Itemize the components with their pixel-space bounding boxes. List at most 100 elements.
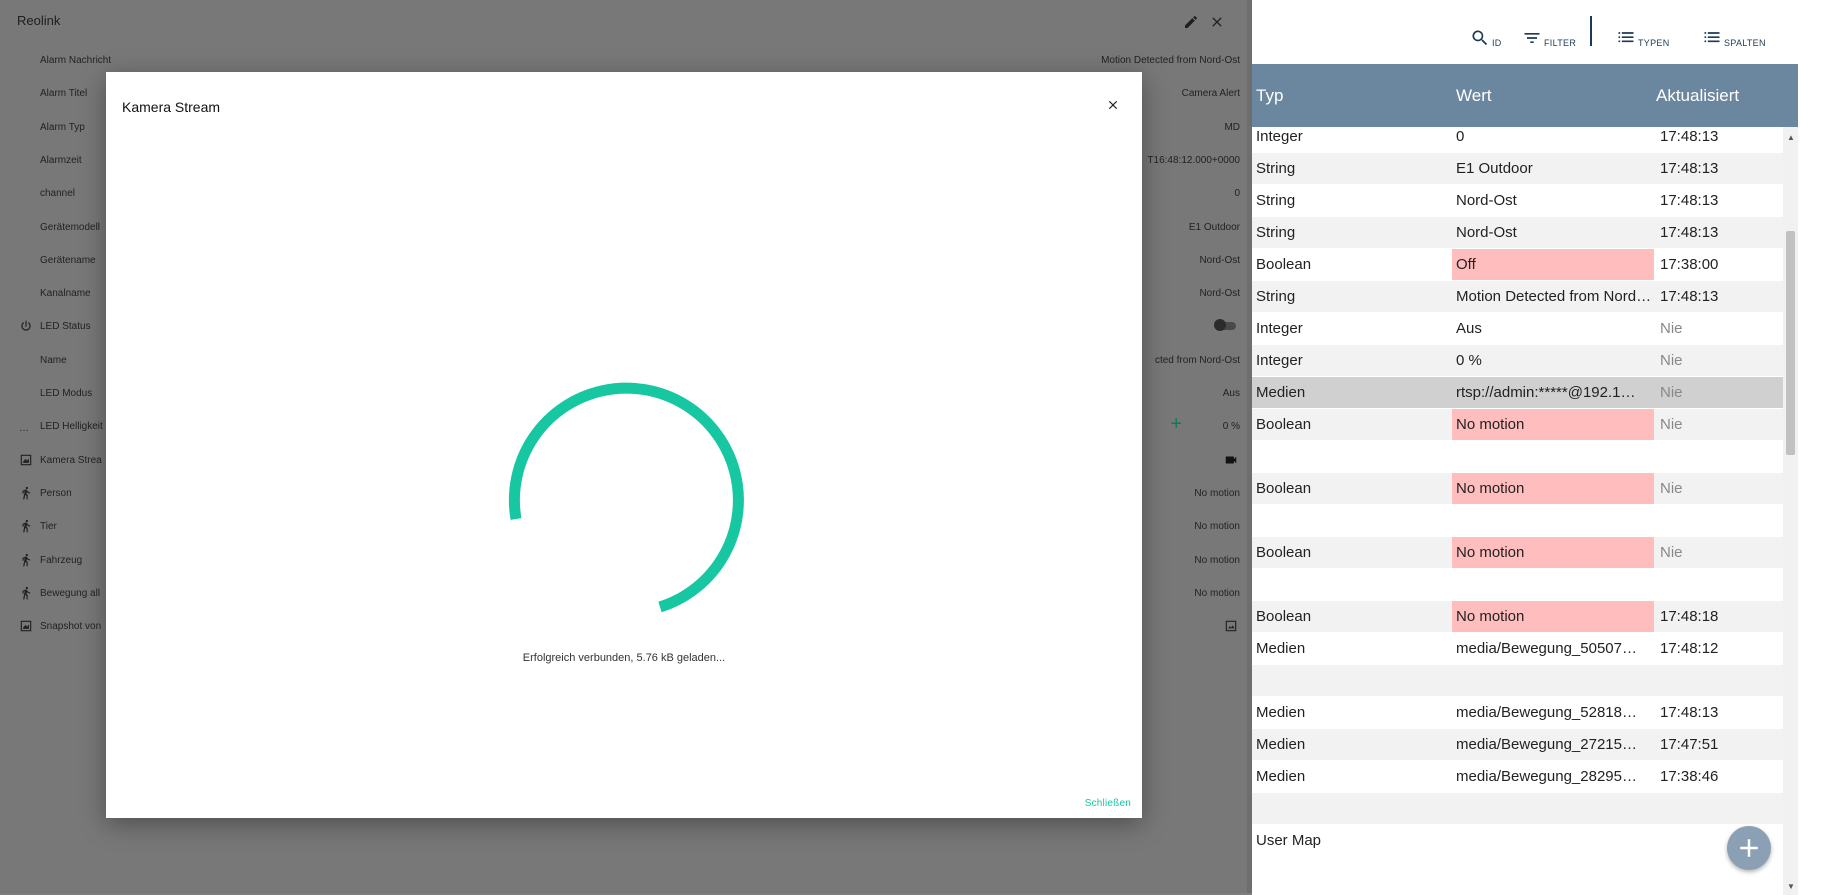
cell-wert: No motion: [1452, 473, 1654, 504]
table-row[interactable]: String Motion Detected from Nord-Ost 17:48…: [1252, 281, 1783, 312]
cell-typ: [1256, 569, 1446, 600]
table-row[interactable]: [1252, 441, 1783, 472]
cell-wert: Nord-Ost: [1456, 224, 1517, 241]
chart-icon: [20, 454, 32, 465]
state-value: cted from Nord-Ost: [1154, 354, 1240, 366]
table-row[interactable]: Medien media/Bewegung_50507… 17:48:12: [1252, 633, 1783, 664]
cell-typ: String: [1256, 288, 1296, 305]
state-row-icon: [19, 619, 33, 633]
cell-typ: Medien: [1256, 736, 1306, 753]
search-icon: [1472, 30, 1488, 46]
table-toolbar: ID FILTER TYPEN SPALTEN: [1252, 0, 1798, 64]
state-value: No motion: [1194, 521, 1240, 533]
toolbar-divider: [1590, 16, 1592, 46]
state-label: Gerätename: [40, 254, 96, 266]
state-label: Name: [40, 354, 67, 366]
state-label: LED Helligkeit: [40, 421, 103, 433]
close-dialog-button[interactable]: Schließen: [1085, 798, 1131, 809]
table-row[interactable]: Integer 0 % Nie: [1252, 345, 1783, 376]
column-header-wert[interactable]: Wert: [1456, 86, 1492, 106]
columns-label: SPALTEN: [1724, 38, 1766, 48]
table-row[interactable]: String Nord-Ost 17:48:13: [1252, 217, 1783, 248]
cell-aktualisiert: 17:48:13: [1660, 160, 1719, 177]
table-row[interactable]: [1252, 505, 1783, 536]
table-row[interactable]: [1252, 569, 1783, 600]
cell-typ: Medien: [1256, 640, 1306, 657]
cell-aktualisiert: 17:48:18: [1660, 608, 1719, 625]
cell-wert: [1452, 825, 1654, 856]
column-header-aktualisiert[interactable]: Aktualisiert: [1656, 86, 1739, 106]
cell-typ: Boolean: [1256, 544, 1312, 561]
table-row[interactable]: [1252, 665, 1783, 696]
table-row[interactable]: Boolean No motion Nie: [1252, 409, 1783, 440]
types-button[interactable]: TYPEN: [1616, 22, 1670, 48]
table-row[interactable]: [1252, 793, 1783, 824]
plus-icon[interactable]: +: [1170, 413, 1182, 436]
table-row[interactable]: Boolean No motion Nie: [1252, 473, 1783, 504]
plus-icon: [1740, 839, 1758, 857]
state-label: Bewegung all: [40, 587, 101, 599]
table-row[interactable]: String E1 Outdoor 17:48:13: [1252, 153, 1783, 184]
cell-wert: Motion Detected from Nord-Ost: [1456, 288, 1654, 305]
cell-wert: media/Bewegung_27215…: [1456, 736, 1637, 753]
table-row[interactable]: String Nord-Ost 17:48:13: [1252, 185, 1783, 216]
list-icon: [1704, 32, 1720, 43]
close-icon[interactable]: [1209, 14, 1225, 30]
cell-typ: [1256, 665, 1446, 696]
state-row-icon: [19, 486, 33, 500]
table-row[interactable]: Boolean No motion Nie: [1252, 537, 1783, 568]
scrollbar-thumb[interactable]: [1786, 231, 1795, 455]
state-label: Person: [40, 487, 72, 499]
cell-aktualisiert: [1656, 793, 1780, 824]
cell-wert: No motion: [1452, 537, 1654, 568]
scroll-up-arrow-icon[interactable]: ▲: [1787, 133, 1795, 142]
cell-wert: E1 Outdoor: [1456, 160, 1533, 177]
state-value: Nord-Ost: [1199, 254, 1240, 266]
table-row[interactable]: Medien media/Bewegung_27215… 17:47:51: [1252, 729, 1783, 760]
scroll-down-arrow-icon[interactable]: ▼: [1787, 882, 1795, 891]
cell-aktualisiert: Nie: [1660, 416, 1683, 433]
state-row-icon: [19, 586, 33, 600]
runner-icon: [22, 586, 31, 600]
cell-wert: Off: [1452, 249, 1654, 280]
cell-wert: Aus: [1456, 320, 1482, 337]
cell-wert: media/Bewegung_52818…: [1456, 704, 1637, 721]
filter-button[interactable]: FILTER: [1522, 22, 1576, 48]
add-object-button[interactable]: [1727, 826, 1771, 870]
state-row-icon: …: [19, 419, 33, 434]
video-camera-icon[interactable]: [1224, 453, 1238, 470]
table-scrollbar[interactable]: ▲ ▼: [1783, 127, 1798, 895]
image-icon[interactable]: [1224, 619, 1238, 636]
cell-aktualisiert: Nie: [1660, 544, 1683, 561]
state-label: Fahrzeug: [40, 554, 83, 566]
cell-typ: Medien: [1256, 704, 1306, 721]
table-row[interactable]: Medien media/Bewegung_52818… 17:48:13: [1252, 697, 1783, 728]
close-icon[interactable]: [1106, 98, 1120, 112]
columns-button[interactable]: SPALTEN: [1702, 22, 1766, 48]
table-row[interactable]: Medien rtsp://admin:*****@192.1… Nie: [1252, 377, 1783, 408]
state-value: T16:48:12.000+0000: [1147, 154, 1240, 166]
table-row[interactable]: Integer Aus Nie: [1252, 313, 1783, 344]
edit-icon[interactable]: [1183, 14, 1199, 30]
table-row[interactable]: Medien media/Bewegung_28295… 17:38:46: [1252, 761, 1783, 792]
search-id-button[interactable]: ID: [1470, 22, 1502, 48]
table-row[interactable]: User Map: [1252, 825, 1783, 856]
cell-wert: [1452, 793, 1654, 824]
panel-title: Reolink: [17, 13, 61, 28]
cell-aktualisiert: 17:48:13: [1660, 128, 1719, 145]
cell-wert: [1452, 441, 1654, 472]
led-status-toggle[interactable]: [1214, 319, 1236, 332]
table-row[interactable]: Integer 0 17:48:13: [1252, 121, 1783, 152]
cell-typ: [1256, 793, 1446, 824]
table-row[interactable]: Boolean No motion 17:48:18: [1252, 601, 1783, 632]
overlay-backdrop[interactable]: Reolink Alarm Nachricht Motion Detected f…: [0, 0, 1252, 895]
cell-typ: Medien: [1256, 768, 1306, 785]
table-row[interactable]: Boolean Off 17:38:00: [1252, 249, 1783, 280]
cell-wert: media/Bewegung_28295…: [1456, 768, 1637, 785]
column-header-typ[interactable]: Typ: [1256, 86, 1283, 106]
state-label: Gerätemodell: [40, 221, 101, 233]
state-value: E1 Outdoor: [1188, 221, 1240, 233]
cell-typ: Integer: [1256, 320, 1303, 337]
chart-icon: [20, 620, 32, 632]
power-icon: [21, 321, 31, 332]
